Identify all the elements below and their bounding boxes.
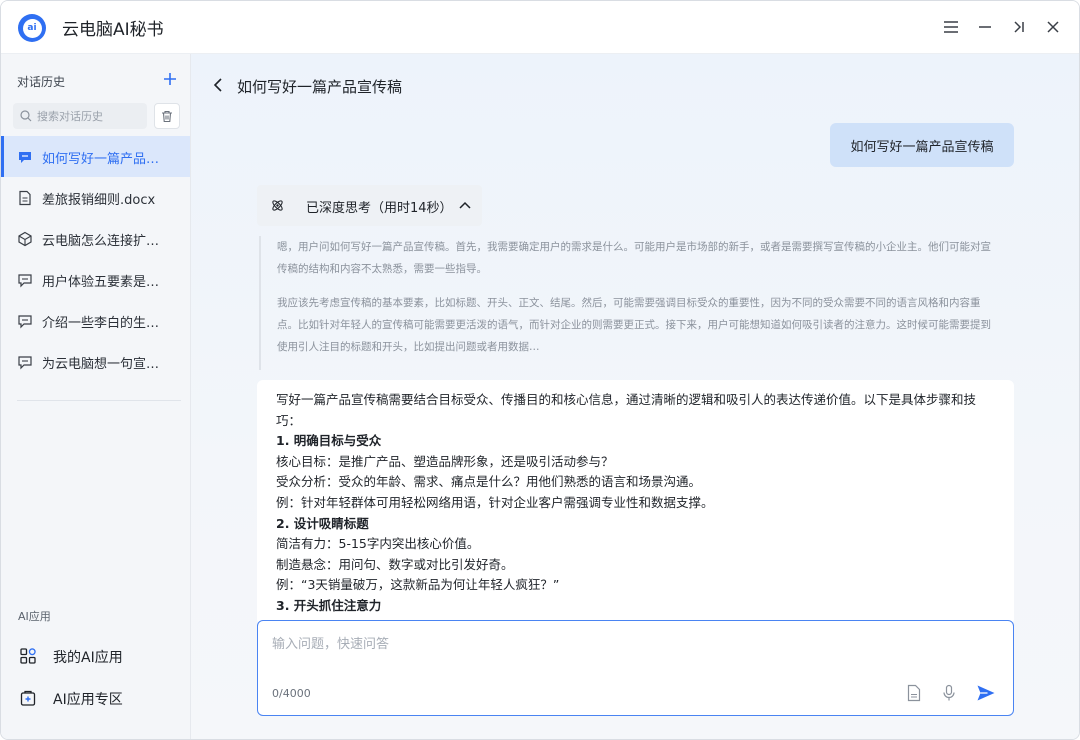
attach-file-button[interactable]: [903, 682, 925, 704]
reasoning-paragraph: 嗯，用户问如何写好一篇产品宣传稿。首先，我需要确定用户的需求是什么。可能用户是市…: [277, 241, 991, 275]
close-icon[interactable]: [1041, 15, 1065, 39]
ai-apps-heading: AI应用: [18, 610, 51, 623]
app-logo-text: ai: [22, 18, 42, 38]
file-icon: [907, 684, 921, 702]
my-ai-apps-item[interactable]: 我的AI应用: [1, 638, 190, 674]
history-item[interactable]: 用户体验五要素是…: [1, 259, 190, 300]
sidebar: 对话历史 如何写好一篇产品… 差旅报销细则.docx 云电脑怎么连接扩…: [1, 54, 191, 739]
ai-app-zone-label: AI应用专区: [53, 692, 123, 708]
answer-line: 制造悬念：用问句、数字或对比引发好奇。: [276, 556, 514, 572]
chevron-left-icon: [213, 78, 222, 92]
trash-icon: [162, 110, 172, 122]
history-item[interactable]: 差旅报销细则.docx: [1, 177, 190, 218]
apps-grid-icon: [20, 648, 36, 664]
title-bar: ai 云电脑AI秘书: [1, 1, 1079, 54]
minimize-icon[interactable]: [973, 15, 997, 39]
app-store-icon: [20, 690, 36, 706]
chat-icon: [18, 315, 32, 329]
answer-line: 简洁有力：5-15字内突出核心价值。: [276, 536, 480, 552]
history-item-label: 差旅报销细则.docx: [42, 193, 156, 208]
deep-think-toggle[interactable]: 已深度思考（用时14秒）: [257, 185, 482, 226]
history-item[interactable]: 云电脑怎么连接扩…: [1, 218, 190, 259]
history-item-label: 介绍一些李白的生…: [42, 316, 160, 331]
delete-history-button[interactable]: [154, 103, 180, 129]
app-window: ai 云电脑AI秘书 对话历史 如何写好: [0, 0, 1080, 740]
my-ai-apps-label: 我的AI应用: [53, 650, 123, 666]
user-message-bubble: 如何写好一篇产品宣传稿: [830, 123, 1014, 167]
answer-heading: 1. 明确目标与受众: [276, 433, 382, 449]
history-search: [13, 103, 147, 129]
app-title: 云电脑AI秘书: [62, 20, 164, 40]
answer-line: 例：针对年轻群体可用轻松网络用语，针对企业客户需强调专业性和数据支撑。: [276, 494, 714, 510]
message-input[interactable]: [272, 633, 992, 673]
answer-heading: 2. 设计吸睛标题: [276, 515, 369, 531]
history-item-label: 用户体验五要素是…: [42, 275, 160, 290]
document-icon: [19, 190, 31, 206]
chat-panel: 如何写好一篇产品宣传稿 如何写好一篇产品宣传稿 已深度思考（用时14秒） 嗯，用…: [191, 54, 1079, 739]
message-composer: 0/4000: [257, 620, 1014, 716]
answer-line: 核心目标：是推广产品、塑造品牌形象，还是吸引活动参与？: [276, 453, 614, 469]
history-item-label: 为云电脑想一句宣…: [42, 357, 160, 372]
history-list: 如何写好一篇产品… 差旅报销细则.docx 云电脑怎么连接扩… 用户体验五要素是…: [1, 136, 190, 382]
chat-title: 如何写好一篇产品宣传稿: [237, 78, 403, 96]
menu-icon[interactable]: [939, 15, 963, 39]
deep-think-label: 已深度思考（用时14秒）: [306, 201, 453, 216]
chevron-up-icon: [459, 201, 471, 209]
history-item[interactable]: 为云电脑想一句宣…: [1, 341, 190, 382]
answer-line: 例：“3天销量破万，这款新品为何让年轻人疯狂？”: [276, 577, 560, 593]
answer-line: 受众分析：受众的年龄、需求、痛点是什么？用他们熟悉的语言和场景沟通。: [276, 474, 702, 490]
history-item[interactable]: 如何写好一篇产品…: [1, 136, 190, 177]
ai-app-zone-item[interactable]: AI应用专区: [1, 680, 190, 716]
send-button[interactable]: [975, 682, 997, 704]
reasoning-paragraph: 我应该先考虑宣传稿的基本要素，比如标题、开头、正文、结尾。然后，可能需要强调目标…: [277, 297, 991, 353]
chat-icon: [19, 152, 31, 163]
sidebar-divider: [17, 400, 181, 401]
history-item-label: 如何写好一篇产品…: [42, 152, 160, 167]
reasoning-text: 嗯，用户问如何写好一篇产品宣传稿。首先，我需要确定用户的需求是什么。可能用户是市…: [259, 236, 999, 370]
history-heading: 对话历史: [17, 75, 66, 89]
answer-line: 写好一篇产品宣传稿需要结合目标受众、传播目的和核心信息，通过清晰的逻辑和吸引人的…: [276, 392, 977, 428]
app-logo-icon: ai: [18, 14, 46, 42]
search-icon: [20, 110, 32, 122]
chat-icon: [18, 274, 32, 288]
new-chat-button[interactable]: [161, 70, 179, 88]
chat-icon: [18, 356, 32, 370]
cube-icon: [18, 231, 32, 247]
microphone-icon: [943, 684, 955, 701]
back-button[interactable]: [211, 76, 227, 94]
send-icon: [977, 685, 995, 701]
answer-heading: 3. 开头抓住注意力: [276, 597, 382, 613]
history-item-label: 云电脑怎么连接扩…: [42, 234, 160, 249]
atom-icon: [272, 200, 283, 211]
history-search-input[interactable]: [37, 109, 137, 123]
char-counter: 0/4000: [272, 687, 311, 700]
assistant-answer: 写好一篇产品宣传稿需要结合目标受众、传播目的和核心信息，通过清晰的逻辑和吸引人的…: [257, 380, 1014, 625]
plus-icon: [164, 73, 176, 85]
collapse-panel-icon[interactable]: [1007, 15, 1031, 39]
voice-input-button[interactable]: [938, 682, 960, 704]
history-item[interactable]: 介绍一些李白的生…: [1, 300, 190, 341]
